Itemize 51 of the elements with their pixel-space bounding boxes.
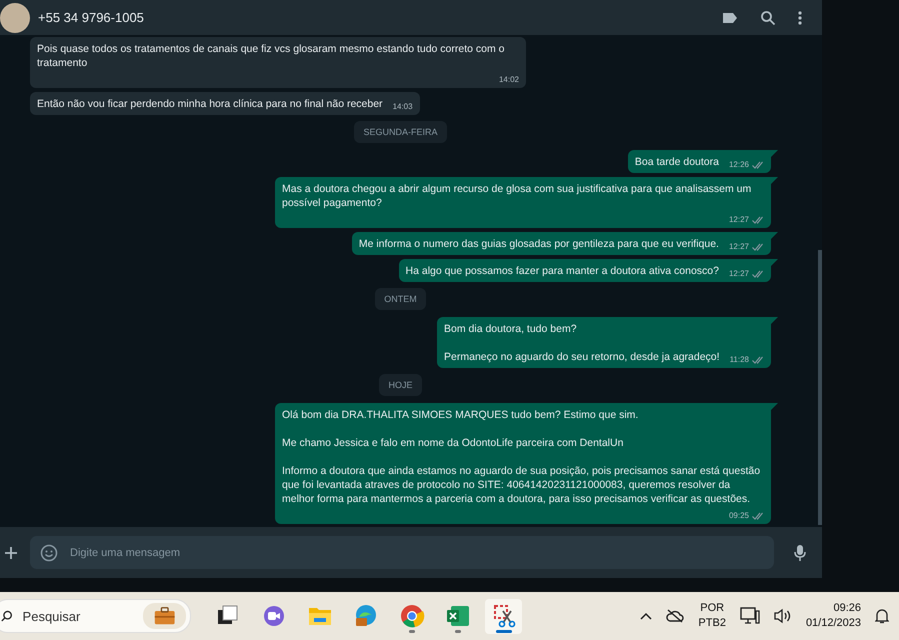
date-divider: HOJE bbox=[379, 374, 422, 396]
message-time: 12:27 bbox=[728, 241, 749, 253]
message-text: Pois quase todos os tratamentos de canais que fiz vcs glosaram mesmo estando tudo correto com o tratamento bbox=[37, 42, 506, 70]
microphone-icon[interactable] bbox=[794, 544, 806, 562]
chevron-up-icon[interactable] bbox=[640, 612, 652, 620]
message-text: Mas a doutora chegou a abrir algum recurso de glosa com sua justificativa para que analisassem um possível pagamento? bbox=[282, 182, 752, 210]
language-indicator[interactable]: POR PTB2 bbox=[698, 601, 726, 631]
message-time: 12:27 bbox=[728, 214, 749, 226]
keyboard-layout: PTB2 bbox=[698, 616, 726, 631]
message-time: 14:02 bbox=[498, 74, 519, 86]
menu-icon[interactable] bbox=[798, 10, 802, 26]
message-time: 11:28 bbox=[730, 354, 749, 366]
message-text: Então não vou ficar perdendo minha hora clínica para no final não receber bbox=[37, 97, 383, 111]
contact-avatar[interactable] bbox=[0, 2, 30, 32]
message-text: Informo a doutora que ainda estamos no aguardo de sua posição, pois precisamos sanar está questão que foi levantada atraves de protocolo no SITE: 40641420231121000083, queremos resolver da melhor forma para mantermos a parceria com a doutora, para isso precisamos verificar as questões. bbox=[282, 464, 762, 506]
spreadsheet-icon bbox=[444, 603, 470, 629]
message-field[interactable]: Digite uma mensagem bbox=[30, 536, 774, 569]
search-icon[interactable] bbox=[760, 10, 776, 26]
message-time: 12:27 bbox=[728, 268, 749, 280]
emoji-icon[interactable] bbox=[40, 544, 58, 562]
clock[interactable]: 09:26 01/12/2023 bbox=[806, 601, 861, 631]
scrollbar[interactable] bbox=[818, 250, 822, 525]
clock-time: 09:26 bbox=[833, 601, 861, 616]
message-text: Ha algo que possamos fazer para manter a doutora ativa conosco? bbox=[406, 264, 719, 278]
chrome-icon bbox=[398, 603, 424, 629]
date-divider: SEGUNDA-FEIRA bbox=[354, 121, 446, 143]
search-input[interactable]: Pesquisar bbox=[20, 608, 135, 624]
label-icon[interactable] bbox=[722, 12, 738, 24]
plus-icon[interactable] bbox=[4, 546, 18, 560]
briefcase-icon[interactable] bbox=[142, 603, 186, 629]
message-input[interactable]: Digite uma mensagem bbox=[68, 546, 764, 560]
message-text: Me informa o numero das guias glosadas por gentileza para que eu verifique. bbox=[358, 237, 719, 251]
taskbar-app-button[interactable] bbox=[485, 598, 522, 634]
date-divider: ONTEM bbox=[375, 288, 426, 310]
message-text: Permaneço no aguardo do seu retorno, desde ja agradeço! bbox=[444, 350, 720, 364]
message-time: 09:25 bbox=[728, 510, 749, 522]
search-icon bbox=[1, 609, 13, 623]
taskbar-search-field[interactable]: Pesquisar bbox=[0, 599, 191, 633]
message-text: Boa tarde doutora bbox=[634, 155, 719, 169]
cloud-off-icon[interactable] bbox=[666, 609, 684, 623]
language-code: POR bbox=[700, 601, 724, 616]
message-text: Olá bom dia DRA.THALITA SIMOES MARQUES tudo bem? Estimo que sim. bbox=[282, 408, 640, 422]
message-text: Me chamo Jessica e falo em nome da OdontoLife parceira com DentalUn bbox=[282, 436, 624, 450]
clock-date: 01/12/2023 bbox=[806, 616, 861, 631]
network-icon[interactable] bbox=[740, 607, 760, 625]
message-text: Bom dia doutora, tudo bem? bbox=[444, 322, 578, 336]
contact-name[interactable]: +55 34 9796-1005 bbox=[38, 10, 144, 25]
speaker-icon[interactable] bbox=[774, 608, 792, 624]
message-time: 12:26 bbox=[728, 159, 749, 171]
message-time: 14:03 bbox=[392, 101, 413, 113]
bell-icon[interactable] bbox=[875, 608, 889, 624]
